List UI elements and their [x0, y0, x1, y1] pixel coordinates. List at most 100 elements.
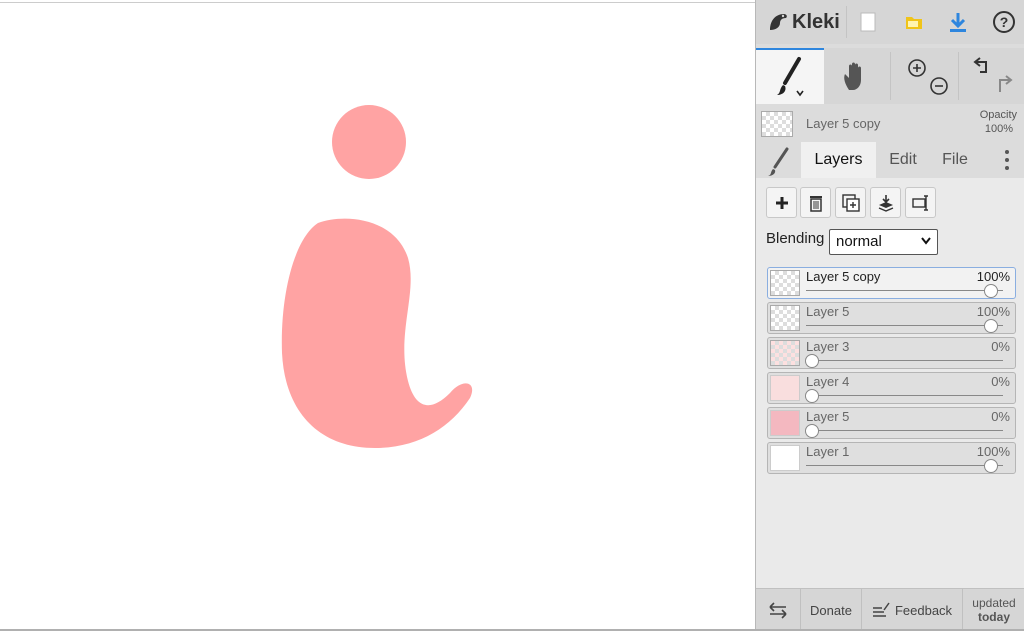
kleki-app: Kleki ? Layer 5 copy Opacity 100% Layers… [0, 0, 1024, 631]
chevron-down-icon [921, 237, 931, 245]
layer-name: Layer 5 [806, 409, 850, 424]
layer-thumbnail [770, 445, 800, 471]
rename-layer-icon [911, 194, 928, 211]
top-toolbar: Kleki ? [756, 0, 1024, 44]
zoom-tools [896, 48, 956, 104]
bottom-bar: Donate Feedback updated today [756, 588, 1024, 631]
opacity-slider-knob[interactable] [984, 319, 998, 333]
swap-arrows-icon [769, 602, 787, 619]
app-name: Kleki [792, 10, 840, 33]
paint-stroke [281, 218, 473, 448]
layer-opacity: 0% [991, 374, 1010, 389]
changelog-link[interactable]: updated today [963, 589, 1024, 631]
layer-opacity: 100% [976, 444, 1010, 459]
feedback-label: Feedback [894, 602, 953, 618]
layer-row[interactable]: Layer 4 0% [767, 372, 1016, 404]
tab-layers[interactable]: Layers [801, 142, 876, 178]
layer-thumbnail [770, 305, 800, 331]
layer-thumbnail [770, 270, 800, 296]
kleki-logo-icon [770, 14, 787, 30]
layer-row[interactable]: Layer 5 copy 100% [767, 267, 1016, 299]
more-menu-button[interactable] [992, 142, 1022, 178]
layer-row[interactable]: Layer 5 100% [767, 302, 1016, 334]
opacity-slider-track[interactable] [806, 360, 1003, 361]
new-document-icon [860, 12, 876, 32]
side-panel: Kleki ? Layer 5 copy Opacity 100% Layers… [755, 0, 1024, 631]
save-download-button[interactable] [942, 6, 974, 38]
layer-thumbnail [770, 340, 800, 366]
layer-thumbnail [770, 375, 800, 401]
layer-name: Layer 1 [806, 444, 850, 459]
canvas-artwork [281, 105, 473, 448]
new-image-button[interactable] [852, 6, 884, 38]
zoom-out-icon[interactable] [930, 77, 948, 95]
opacity-slider-track[interactable] [806, 430, 1003, 431]
kleki-logo[interactable]: Kleki [766, 6, 840, 38]
layer-opacity: 0% [991, 339, 1010, 354]
brush-tool[interactable] [756, 48, 824, 104]
help-button[interactable]: ? [988, 6, 1020, 38]
current-layer-name: Layer 5 copy [806, 116, 881, 131]
panel-tabs: Layers Edit File [756, 142, 1024, 178]
layer-opacity: 100% [976, 304, 1010, 319]
download-icon [950, 13, 966, 32]
layer-row[interactable]: Layer 1 100% [767, 442, 1016, 474]
opacity-slider-knob[interactable] [984, 284, 998, 298]
opacity-slider-knob[interactable] [805, 389, 819, 403]
updated-label: updated [972, 596, 1016, 610]
layer-row[interactable]: Layer 5 0% [767, 407, 1016, 439]
opacity-slider-track[interactable] [806, 395, 1003, 396]
opacity-slider-track[interactable] [806, 290, 1003, 291]
layer-name: Layer 4 [806, 374, 850, 389]
paint-dot [332, 105, 406, 179]
svg-text:?: ? [1000, 14, 1009, 30]
updated-when: today [977, 610, 1010, 624]
tab-brush[interactable] [756, 142, 800, 178]
swap-side-button[interactable] [756, 589, 800, 631]
brush-icon [777, 57, 804, 97]
tab-file[interactable]: File [932, 142, 978, 178]
undo-icon[interactable] [973, 57, 987, 73]
opacity-slider-knob[interactable] [805, 424, 819, 438]
layer-name: Layer 5 copy [806, 269, 881, 284]
hand-tool[interactable] [824, 48, 888, 104]
current-layer-thumbnail [761, 111, 793, 137]
duplicate-layer-icon [841, 193, 860, 212]
layer-row[interactable]: Layer 3 0% [767, 337, 1016, 369]
delete-layer-icon [809, 195, 822, 212]
layer-opacity: 100% [976, 269, 1010, 284]
hand-icon [844, 62, 861, 90]
opacity-slider-track[interactable] [806, 325, 1003, 326]
duplicate-layer-button[interactable] [835, 187, 866, 218]
blending-value: normal [836, 233, 882, 250]
zoom-in-icon[interactable] [908, 59, 926, 77]
donate-button[interactable]: Donate [801, 589, 861, 631]
layers-panel: Blending normal Layer 5 copy 100% Layer … [756, 178, 1024, 588]
merge-down-icon [878, 194, 893, 212]
blending-select[interactable]: normal [829, 229, 938, 255]
opacity-slider-knob[interactable] [984, 459, 998, 473]
redo-icon[interactable] [999, 75, 1013, 92]
layer-name: Layer 3 [806, 339, 850, 354]
opacity-label: Opacity [979, 109, 1017, 121]
drawing-canvas[interactable] [0, 2, 755, 629]
layer-opacity: 0% [991, 409, 1010, 424]
tool-row [756, 48, 1024, 104]
rename-layer-button[interactable] [905, 187, 936, 218]
opacity-slider-track[interactable] [806, 465, 1003, 466]
history-tools [962, 48, 1022, 104]
feedback-button[interactable]: Feedback [862, 589, 962, 631]
tab-edit[interactable]: Edit [880, 142, 926, 178]
feedback-icon [872, 602, 890, 617]
add-layer-button[interactable] [766, 187, 797, 218]
current-layer-info: Layer 5 copy Opacity 100% [756, 104, 1024, 142]
delete-layer-button[interactable] [800, 187, 831, 218]
merge-down-button[interactable] [870, 187, 901, 218]
open-file-button[interactable] [898, 6, 930, 38]
layer-name: Layer 5 [806, 304, 850, 319]
blending-label: Blending [766, 230, 825, 247]
add-layer-icon [775, 196, 788, 209]
open-folder-icon [906, 17, 922, 29]
opacity-slider-knob[interactable] [805, 354, 819, 368]
help-icon: ? [993, 11, 1015, 33]
